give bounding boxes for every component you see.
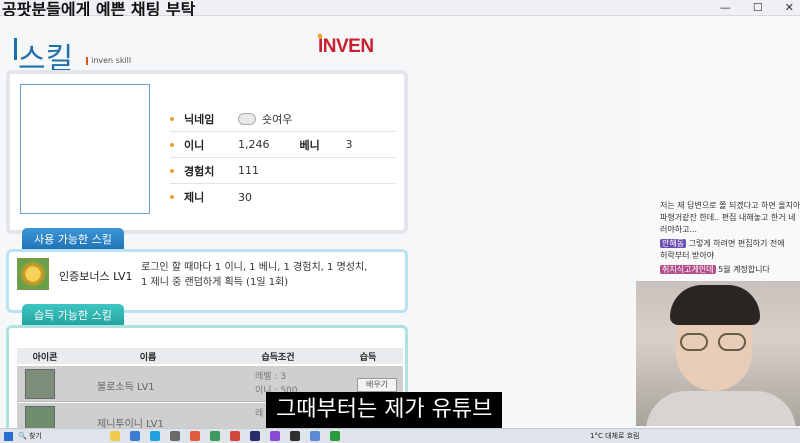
weather-widget[interactable]: 1°C 대체로 흐림	[590, 431, 640, 441]
skill-logo-bar	[14, 38, 17, 60]
minimize-button[interactable]: —	[720, 1, 731, 14]
tab-learnable-skills[interactable]: 습득 가능한 스킬	[22, 304, 124, 326]
webcam-glasses	[680, 333, 750, 351]
profile-row-ini: 이니 1,246 베니 3	[170, 132, 396, 158]
chat-message: 러야하고...	[660, 225, 698, 234]
chat-message: 파형거같잔 한데.. 편집 내해놓고 한거 네	[660, 213, 796, 222]
learn-button[interactable]: 배우기	[357, 378, 397, 392]
chat-message: 저는 제 답변으로 쫄 되겠다고 하면 올지아	[660, 201, 800, 210]
app-icon[interactable]	[330, 431, 340, 441]
avatar	[20, 84, 150, 214]
table-header: 아이콘 이름 습득조건 습득	[17, 348, 403, 364]
webcam-shirt	[646, 391, 796, 426]
app-icon[interactable]	[290, 431, 300, 441]
tab-usable-skills[interactable]: 사용 가능한 스킬	[22, 228, 124, 250]
sun-skill-icon	[17, 258, 49, 290]
profile-label: 닉네임	[184, 112, 215, 126]
column-header: 이름	[139, 352, 157, 363]
profile-label-beni: 베니	[299, 138, 320, 152]
skill-description: 로그인 할 때마다 1 이니, 1 베니, 1 경험치, 1 명성치, 1 제니…	[141, 262, 368, 288]
inven-logo[interactable]: INVEN	[318, 36, 374, 58]
chat-text: 그렇게 하려면 편집하기 전에	[688, 239, 785, 248]
webcam-hair	[670, 285, 760, 325]
maximize-button[interactable]: ☐	[753, 1, 763, 14]
webcam-feed	[636, 281, 800, 426]
chat-message: 안해동 그렇게 하려면 편집하기 전에	[660, 238, 785, 249]
column-header: 습득	[359, 352, 377, 363]
chat-nick: 취지식고게인데	[660, 265, 716, 274]
profile-label: 이니	[184, 138, 205, 152]
profile-row-zeni: 제니 30	[170, 184, 396, 210]
taskbar-apps	[110, 431, 340, 441]
skill-name: 인증보너스 LV1	[59, 270, 133, 283]
skill-condition: 레	[255, 407, 263, 421]
profile-value: 111	[238, 164, 259, 177]
profile-value: 30	[238, 190, 252, 204]
bullet-icon	[170, 168, 174, 173]
profile-label: 제니	[184, 191, 205, 204]
profile-value-beni: 3	[345, 138, 353, 151]
condition-level: 레	[255, 409, 264, 419]
profile-value: 숏여우	[262, 112, 293, 126]
app-icon[interactable]	[230, 431, 240, 441]
character-icon	[238, 112, 256, 125]
chat-message: 허락부터 받아야	[660, 251, 715, 260]
app-icon[interactable]	[270, 431, 280, 441]
chat-nick: 안해동	[660, 239, 687, 248]
skill-page: 스킬 inven skill INVEN 닉네임 숏여우 이니 1,246 베니…	[0, 16, 640, 435]
app-icon[interactable]	[150, 431, 160, 441]
profile-row-nickname: 닉네임 숏여우	[170, 106, 396, 132]
close-button[interactable]: ✕	[785, 1, 794, 14]
column-header: 아이콘	[32, 352, 58, 363]
profile-label: 경험치	[184, 164, 215, 178]
app-icon[interactable]	[310, 431, 320, 441]
window-controls: — ☐ ✕	[720, 1, 794, 14]
skill-sub-text: inven skill	[91, 56, 132, 65]
bullet-icon	[170, 195, 174, 199]
chat-message: 취지식고게인데 5월 계정합니다	[660, 264, 770, 275]
taskbar: 🔍 찾기 1°C 대체로 흐림	[0, 428, 800, 443]
app-icon[interactable]	[210, 431, 220, 441]
app-icon[interactable]	[110, 431, 120, 441]
profile-value: 1,246	[238, 138, 270, 151]
condition-level: 레벨 : 3	[255, 372, 287, 382]
profile-card: 닉네임 숏여우 이니 1,246 베니 3 경험치 111 제니 30	[6, 70, 408, 234]
stream-subtitle: 그때부터는 제가 유튜브	[266, 392, 503, 428]
windows-start-icon[interactable]	[4, 432, 13, 441]
app-icon[interactable]	[130, 431, 140, 441]
skill-sub-label: inven skill	[86, 56, 131, 65]
app-icon[interactable]	[190, 431, 200, 441]
skill-name: 불로소득 LV1	[97, 382, 155, 393]
skill-icon	[25, 369, 55, 399]
app-icon[interactable]	[170, 431, 180, 441]
taskbar-search[interactable]: 🔍 찾기	[18, 431, 42, 441]
column-header: 습득조건	[261, 352, 295, 363]
app-icon[interactable]	[250, 431, 260, 441]
bullet-icon	[170, 116, 174, 121]
bullet-icon	[170, 142, 174, 147]
search-label: 찾기	[28, 432, 42, 440]
browser-top-bar: 공팟분들에게 예쁜 채팅 부탁 — ☐ ✕	[0, 0, 800, 19]
profile-row-exp: 경험치 111	[170, 158, 396, 184]
chat-text: 5월 계정합니다	[718, 265, 770, 274]
